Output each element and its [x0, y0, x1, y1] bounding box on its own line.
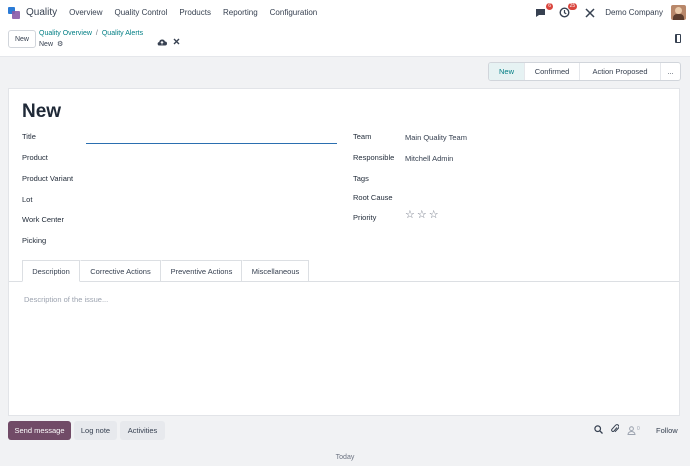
follow-button[interactable]: Follow [656, 426, 678, 435]
send-message-button[interactable]: Send message [8, 421, 71, 440]
priority-stars: ☆ ☆ ☆ [405, 210, 439, 221]
responsible-label: Responsible [353, 153, 395, 162]
user-avatar[interactable] [671, 5, 686, 20]
lot-label: Lot [22, 195, 33, 204]
picking-label: Picking [22, 236, 47, 245]
team-field[interactable]: Main Quality Team [405, 133, 467, 142]
tab-preventive-actions[interactable]: Preventive Actions [161, 260, 242, 282]
record-name-label: New [39, 40, 54, 48]
notebook-tabs: Description Corrective Actions Preventiv… [22, 260, 309, 282]
star-icon[interactable]: ☆ [405, 210, 415, 221]
root-cause-label: Root Cause [353, 193, 393, 202]
activities-button[interactable]: Activities [120, 421, 165, 440]
activities-clock-icon[interactable]: 25 [557, 2, 578, 20]
date-separator: Today [335, 454, 355, 461]
breadcrumb-quality-alerts[interactable]: Quality Alerts [102, 30, 143, 37]
menu-products[interactable]: Products [179, 8, 211, 17]
menu-configuration[interactable]: Configuration [270, 8, 318, 17]
current-record-name: New ⚙ [39, 40, 63, 49]
tab-miscellaneous[interactable]: Miscellaneous [242, 260, 309, 282]
save-cloud-icon[interactable] [157, 38, 167, 48]
status-bar: New Confirmed Action Proposed ... [488, 62, 681, 81]
search-icon[interactable] [594, 424, 603, 436]
tab-corrective-actions[interactable]: Corrective Actions [80, 260, 161, 282]
team-label: Team [353, 132, 372, 141]
top-navbar: Quality Overview Quality Control Product… [0, 0, 690, 25]
breadcrumb-separator: / [95, 30, 98, 37]
new-button[interactable]: New [8, 30, 36, 48]
activities-badge: 25 [567, 2, 578, 10]
breadcrumb-quality-overview[interactable]: Quality Overview [39, 30, 92, 37]
record-title: New [22, 101, 62, 122]
log-note-button[interactable]: Log note [74, 421, 117, 440]
knowledge-book-icon[interactable] [675, 34, 681, 43]
followers-icon[interactable]: 0 [627, 426, 640, 435]
gear-icon[interactable]: ⚙ [57, 40, 63, 48]
followers-count: 0 [637, 425, 640, 432]
app-name[interactable]: Quality [26, 7, 57, 18]
messages-badge: 6 [546, 2, 554, 10]
product-variant-label: Product Variant [22, 174, 74, 183]
stage-new[interactable]: New [489, 63, 524, 80]
title-input[interactable] [86, 130, 337, 144]
breadcrumb: Quality Overview / Quality Alerts [39, 30, 143, 37]
star-icon[interactable]: ☆ [417, 210, 427, 221]
chatter-tools: 0 [594, 424, 640, 436]
responsible-field[interactable]: Mitchell Admin [405, 154, 453, 163]
discard-icon[interactable] [173, 37, 180, 47]
paperclip-icon[interactable] [611, 424, 620, 436]
product-label: Product [22, 153, 48, 162]
title-label: Title [22, 132, 36, 141]
control-panel: New Quality Overview / Quality Alerts New … [0, 25, 690, 57]
description-editor[interactable]: Description of the issue... [24, 295, 108, 304]
menu-reporting[interactable]: Reporting [223, 8, 258, 17]
quality-app-icon[interactable] [7, 6, 21, 20]
tags-label: Tags [353, 174, 369, 183]
menu-overview[interactable]: Overview [69, 8, 102, 17]
tabs-divider [9, 281, 679, 282]
messages-icon[interactable]: 6 [533, 2, 554, 20]
menu-quality-control[interactable]: Quality Control [114, 8, 167, 17]
stage-more[interactable]: ... [660, 63, 680, 80]
chatter-bar: Send message Log note Activities 0 Follo… [8, 421, 680, 441]
tab-description[interactable]: Description [22, 260, 80, 282]
stage-action-proposed[interactable]: Action Proposed [579, 63, 660, 80]
form-sheet: New Title Product Product Variant Lot Wo… [8, 88, 680, 416]
stage-confirmed[interactable]: Confirmed [524, 63, 579, 80]
priority-label: Priority [353, 213, 377, 222]
debug-tools-icon[interactable] [583, 6, 597, 20]
company-switcher[interactable]: Demo Company [605, 8, 663, 17]
star-icon[interactable]: ☆ [429, 210, 439, 221]
work-center-label: Work Center [22, 215, 64, 224]
